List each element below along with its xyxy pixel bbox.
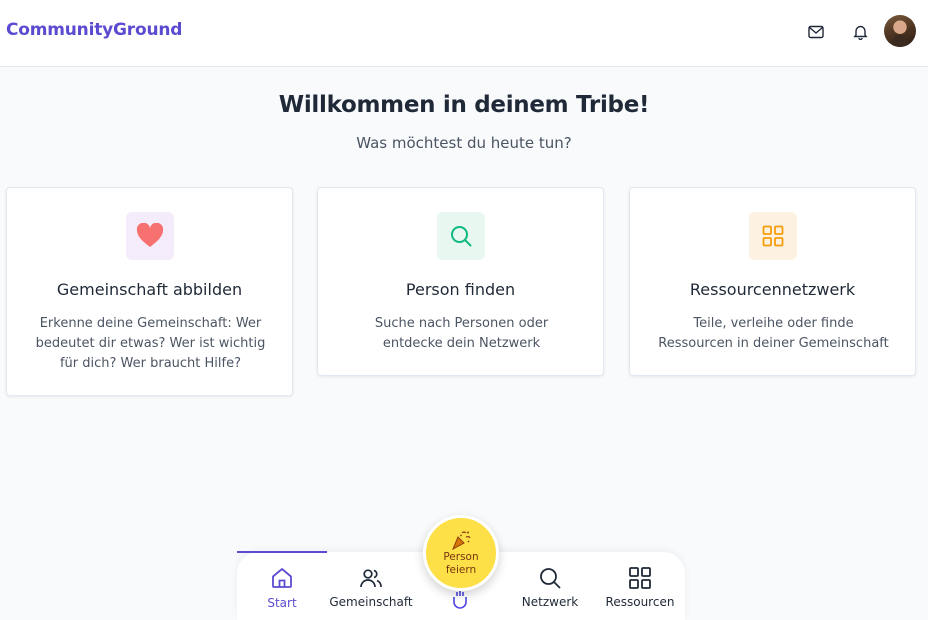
users-icon [360, 569, 382, 588]
nav-label: Ressourcen [605, 595, 675, 609]
heart-icon [126, 212, 174, 260]
waving-hand-icon [453, 591, 467, 609]
card-description: Suche nach Personen oder entdecke dein N… [374, 316, 549, 351]
home-icon [272, 568, 292, 588]
active-tab-indicator [237, 551, 327, 553]
nav-label: Start [267, 596, 297, 610]
page-subtitle: Was möchtest du heute tun? [356, 134, 572, 152]
nav-item-start[interactable]: Start [237, 552, 327, 620]
card-title: Ressourcennetzwerk [689, 280, 856, 299]
card-resource-network[interactable]: Ressourcennetzwerk Teile, verleihe oder … [629, 187, 916, 376]
brand-logo[interactable]: CommunityGround [6, 20, 182, 40]
nav-label: Gemeinschaft [329, 595, 413, 609]
bell-icon[interactable] [849, 21, 871, 43]
top-bar: CommunityGround [0, 0, 928, 67]
user-avatar[interactable] [884, 15, 916, 47]
card-description: Erkenne deine Gemeinschaft: Wer bedeutet… [35, 316, 266, 371]
grid-icon [749, 212, 797, 260]
celebrate-person-button[interactable]: Person feiern [423, 515, 499, 591]
party-popper-icon [451, 531, 471, 551]
nav-item-network[interactable]: Netzwerk [505, 552, 595, 620]
grid-icon [629, 567, 651, 589]
card-title: Person finden [405, 280, 516, 299]
card-find-person[interactable]: Person finden Suche nach Personen oder e… [317, 187, 604, 376]
search-icon [540, 568, 561, 589]
card-map-community[interactable]: Gemeinschaft abbilden Erkenne deine Geme… [6, 187, 293, 396]
nav-item-resources[interactable]: Ressourcen [595, 552, 685, 620]
fab-label: Person feiern [443, 551, 479, 576]
nav-item-community[interactable]: Gemeinschaft [326, 552, 416, 620]
card-title: Gemeinschaft abbilden [56, 280, 243, 299]
search-icon [437, 212, 485, 260]
mail-icon[interactable] [805, 21, 827, 43]
card-description: Teile, verleihe oder finde Ressourcen in… [658, 316, 889, 351]
nav-label: Netzwerk [521, 595, 579, 609]
page-title: Willkommen in deinem Tribe! [278, 92, 650, 118]
